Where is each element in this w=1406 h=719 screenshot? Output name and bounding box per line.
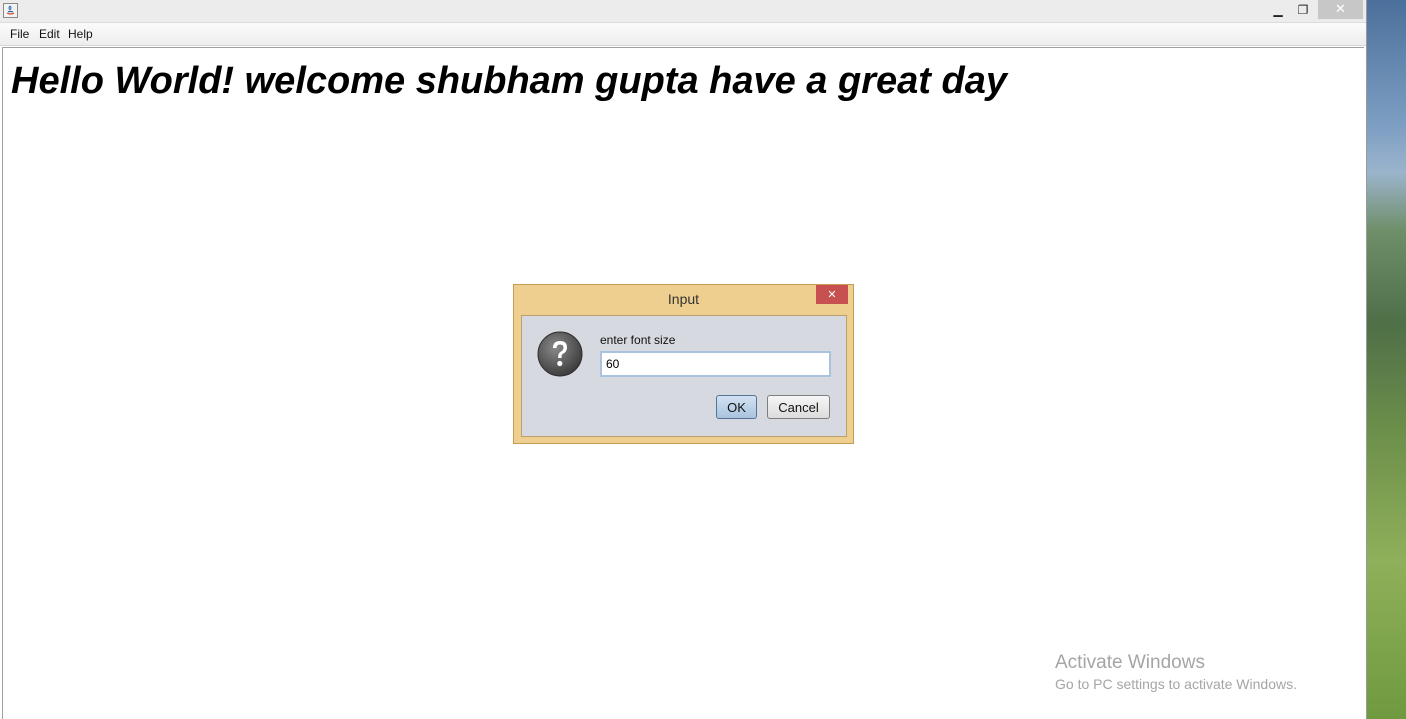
menu-file[interactable]: File	[10, 27, 29, 41]
question-icon	[537, 331, 583, 377]
java-app-icon[interactable]	[3, 3, 18, 18]
minimize-icon: ▁	[1273, 2, 1283, 17]
restore-icon: ❐	[1297, 2, 1309, 17]
menu-help[interactable]: Help	[68, 27, 93, 41]
input-dialog: Input ✕ enter font size OK Cancel	[513, 284, 854, 444]
watermark-subtitle: Go to PC settings to activate Windows.	[1055, 676, 1297, 692]
desktop-wallpaper	[1366, 0, 1406, 719]
watermark-title: Activate Windows	[1055, 652, 1205, 673]
close-button[interactable]: ✕	[1318, 0, 1363, 19]
minimize-button[interactable]: ▁	[1266, 0, 1290, 19]
dialog-title: Input	[667, 291, 700, 307]
font-size-input[interactable]	[600, 351, 831, 377]
greeting-label: Hello World! welcome shubham gupta have …	[11, 60, 1007, 102]
ok-button[interactable]: OK	[716, 395, 757, 419]
maximize-button[interactable]: ❐	[1291, 0, 1315, 19]
dialog-close-button[interactable]: ✕	[816, 285, 848, 304]
cancel-button[interactable]: Cancel	[767, 395, 830, 419]
prompt-label: enter font size	[600, 333, 676, 347]
close-icon: ✕	[827, 288, 837, 301]
dialog-body: enter font size OK Cancel	[521, 315, 847, 437]
menu-edit[interactable]: Edit	[39, 27, 60, 41]
activation-watermark: Activate Windows Go to PC settings to ac…	[1055, 652, 1297, 692]
menu-bar: File Edit Help	[0, 23, 1366, 46]
title-bar: ▁ ❐ ✕	[0, 0, 1366, 23]
close-icon: ✕	[1335, 2, 1346, 17]
app-window: ▁ ❐ ✕ File Edit Help Hello World! welcom…	[0, 0, 1367, 719]
